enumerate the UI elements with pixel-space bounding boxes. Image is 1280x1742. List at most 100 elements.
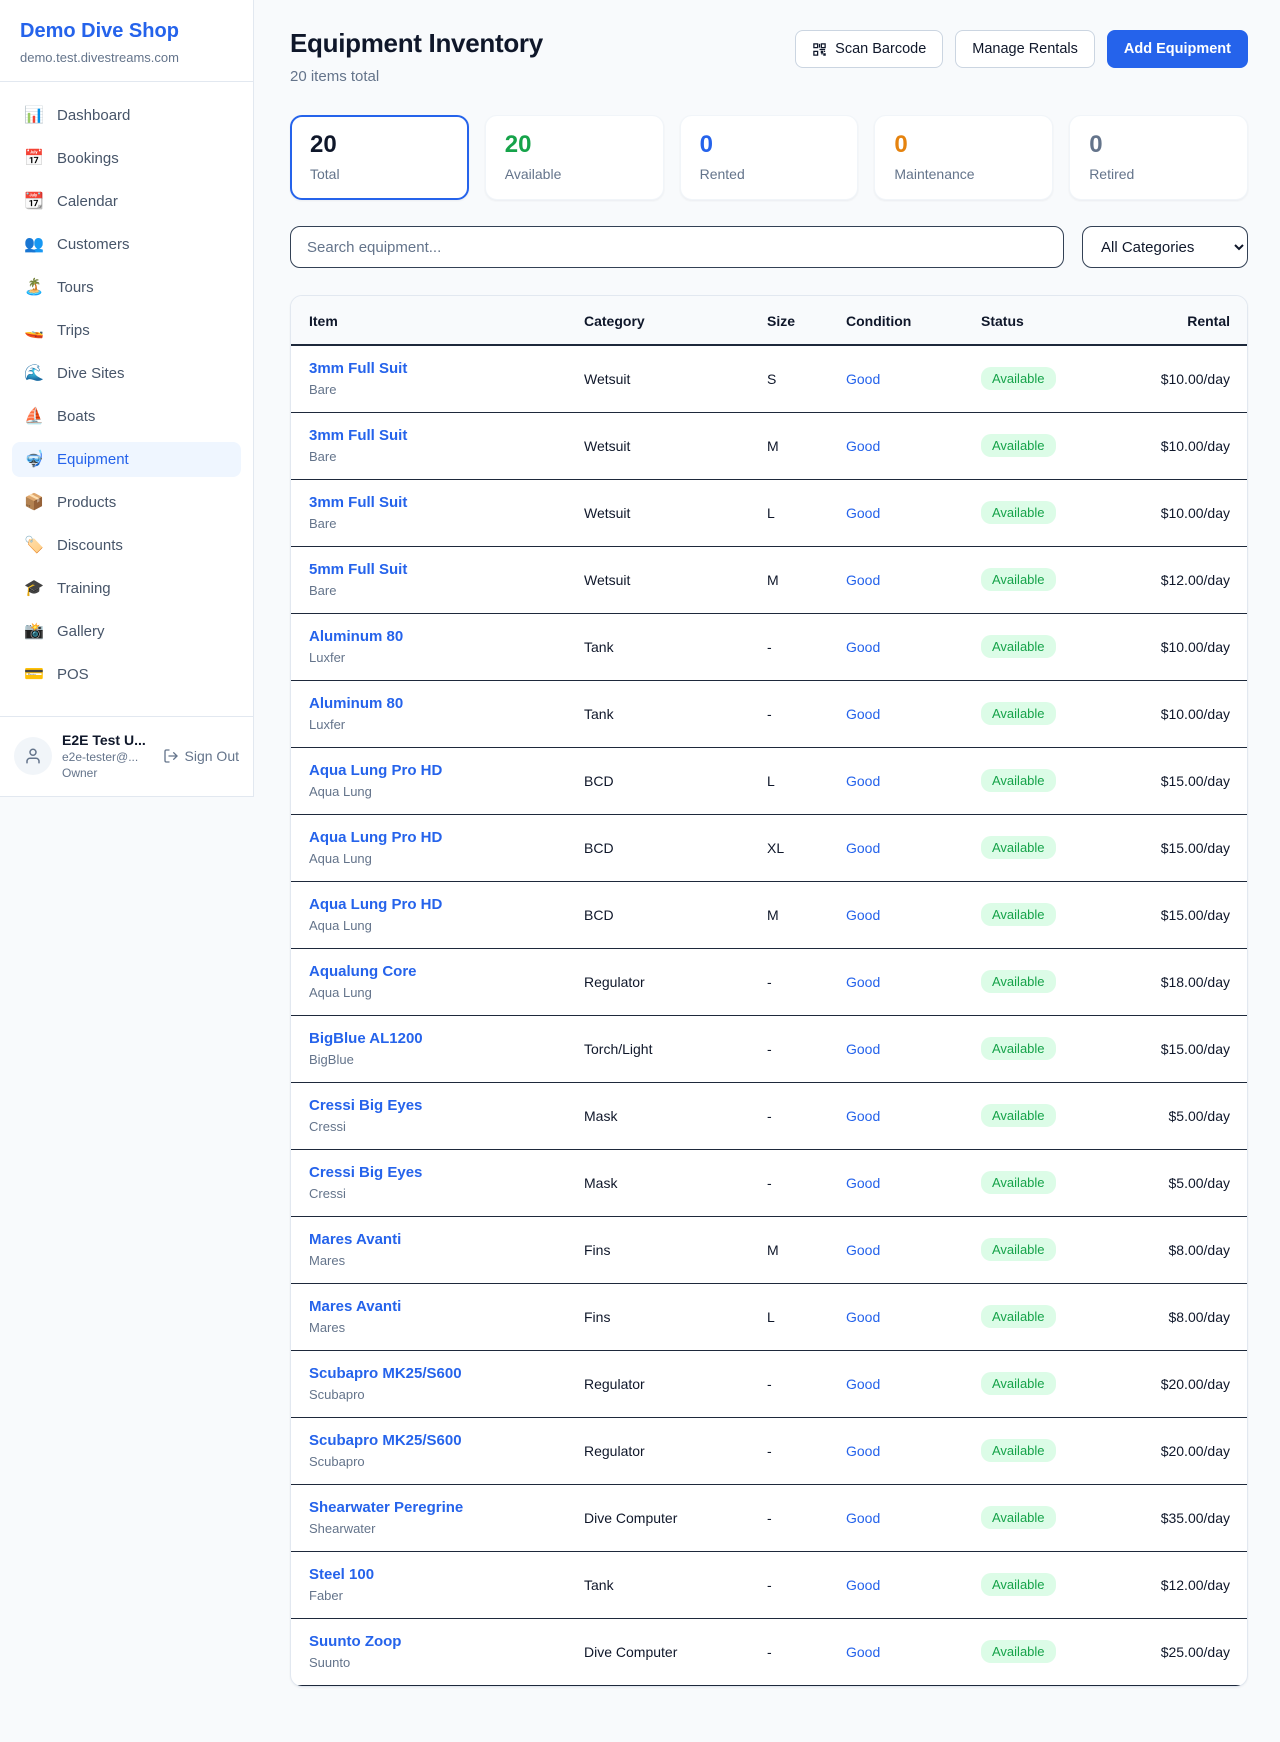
item-condition-link[interactable]: Good [846,614,981,681]
add-equipment-button[interactable]: Add Equipment [1107,30,1248,68]
table-row: Shearwater Peregrine Shearwater Dive Com… [291,1485,1247,1552]
item-condition-link[interactable]: Good [846,1083,981,1150]
item-name-link[interactable]: Steel 100 [309,1566,584,1583]
stat-card[interactable]: 20 Total [290,115,469,200]
sidebar-nav-item[interactable]: ⛵ Boats [12,399,241,434]
nav-item-label: Training [57,580,111,597]
sidebar: Demo Dive Shop demo.test.divestreams.com… [0,0,254,797]
nav-item-label: Equipment [57,451,129,468]
sidebar-nav-item[interactable]: 📆 Calendar [12,184,241,219]
sidebar-nav-item[interactable]: 🌊 Dive Sites [12,356,241,391]
item-name-link[interactable]: Cressi Big Eyes [309,1164,584,1181]
table-row: Mares Avanti Mares Fins L Good Available… [291,1284,1247,1351]
user-name: E2E Test U... [62,732,153,748]
filter-row: All Categories [290,226,1248,268]
item-name-link[interactable]: Aqua Lung Pro HD [309,896,584,913]
item-condition-link[interactable]: Good [846,748,981,815]
table-row: Aqua Lung Pro HD Aqua Lung BCD M Good Av… [291,882,1247,949]
manage-rentals-label: Manage Rentals [972,41,1078,57]
equipment-table-card: Item Category Size Condition Status Rent… [290,295,1248,1687]
sidebar-nav-item[interactable]: 🚤 Trips [12,313,241,348]
item-name-link[interactable]: 3mm Full Suit [309,494,584,511]
item-name-link[interactable]: 3mm Full Suit [309,360,584,377]
item-condition-link[interactable]: Good [846,949,981,1016]
nav-item-icon: 📅 [24,151,44,167]
item-name-link[interactable]: Shearwater Peregrine [309,1499,584,1516]
item-rental-rate: $25.00/day [1121,1619,1247,1686]
item-name-link[interactable]: Aluminum 80 [309,628,584,645]
search-input[interactable] [290,226,1064,268]
stat-card[interactable]: 20 Available [485,115,664,200]
item-name-link[interactable]: BigBlue AL1200 [309,1030,584,1047]
column-header-condition: Condition [846,296,981,345]
item-name-link[interactable]: Aqualung Core [309,963,584,980]
item-name-link[interactable]: Aluminum 80 [309,695,584,712]
item-name-link[interactable]: Scubapro MK25/S600 [309,1432,584,1449]
item-name-link[interactable]: Aqua Lung Pro HD [309,829,584,846]
nav-item-icon: 🎓 [24,581,44,597]
item-condition-link[interactable]: Good [846,1418,981,1485]
item-size: - [767,681,846,748]
sign-out-label: Sign Out [185,748,239,764]
item-condition-link[interactable]: Good [846,413,981,480]
nav-item-label: Trips [57,322,90,339]
item-name-link[interactable]: Mares Avanti [309,1298,584,1315]
item-name-link[interactable]: Cressi Big Eyes [309,1097,584,1114]
sidebar-nav-item[interactable]: 🏝️ Tours [12,270,241,305]
scan-barcode-button[interactable]: Scan Barcode [795,30,943,68]
item-condition-link[interactable]: Good [846,1351,981,1418]
stat-card[interactable]: 0 Retired [1069,115,1248,200]
status-badge: Available [981,1238,1056,1261]
sidebar-nav-item[interactable]: 📦 Products [12,485,241,520]
item-name-link[interactable]: 5mm Full Suit [309,561,584,578]
nav-item-label: Tours [57,279,94,296]
item-rental-rate: $10.00/day [1121,480,1247,547]
item-condition-link[interactable]: Good [846,681,981,748]
table-row: 3mm Full Suit Bare Wetsuit L Good Availa… [291,480,1247,547]
item-condition-link[interactable]: Good [846,1552,981,1619]
item-condition-link[interactable]: Good [846,1150,981,1217]
item-name-link[interactable]: Mares Avanti [309,1231,584,1248]
item-brand: Aqua Lung [309,985,584,1000]
category-select[interactable]: All Categories [1082,226,1248,268]
status-badge: Available [981,702,1056,725]
item-category: BCD [584,815,767,882]
item-condition-link[interactable]: Good [846,1284,981,1351]
sign-out-button[interactable]: Sign Out [163,748,239,764]
item-condition-link[interactable]: Good [846,1619,981,1686]
item-condition-link[interactable]: Good [846,1016,981,1083]
manage-rentals-button[interactable]: Manage Rentals [955,30,1095,68]
item-condition-link[interactable]: Good [846,815,981,882]
item-name-link[interactable]: Scubapro MK25/S600 [309,1365,584,1382]
sidebar-nav-item[interactable]: 👥 Customers [12,227,241,262]
item-condition-link[interactable]: Good [846,547,981,614]
item-brand: Aqua Lung [309,784,584,799]
column-header-status: Status [981,296,1121,345]
table-row: Mares Avanti Mares Fins M Good Available… [291,1217,1247,1284]
sidebar-nav-item[interactable]: 📅 Bookings [12,141,241,176]
item-condition-link[interactable]: Good [846,480,981,547]
sidebar-nav-item[interactable]: 🏷️ Discounts [12,528,241,563]
item-name-link[interactable]: Aqua Lung Pro HD [309,762,584,779]
stat-label: Available [505,166,644,182]
item-name-link[interactable]: 3mm Full Suit [309,427,584,444]
sidebar-nav-item[interactable]: 🎓 Training [12,571,241,606]
sidebar-nav-item[interactable]: 📊 Dashboard [12,98,241,133]
item-category: Regulator [584,1418,767,1485]
item-condition-link[interactable]: Good [846,345,981,413]
person-icon [24,747,42,765]
item-condition-link[interactable]: Good [846,882,981,949]
sidebar-nav: 📊 Dashboard 📅 Bookings 📆 Calendar 👥 Cust… [0,82,253,710]
status-badge: Available [981,1305,1056,1328]
sidebar-nav-item[interactable]: 🤿 Equipment [12,442,241,477]
sidebar-nav-item[interactable]: 📸 Gallery [12,614,241,649]
item-name-link[interactable]: Suunto Zoop [309,1633,584,1650]
stat-card[interactable]: 0 Maintenance [874,115,1053,200]
column-header-size: Size [767,296,846,345]
stat-card[interactable]: 0 Rented [680,115,859,200]
sidebar-nav-item[interactable]: 💳 POS [12,657,241,692]
item-brand: Suunto [309,1655,584,1670]
item-category: Wetsuit [584,345,767,413]
item-condition-link[interactable]: Good [846,1485,981,1552]
item-condition-link[interactable]: Good [846,1217,981,1284]
